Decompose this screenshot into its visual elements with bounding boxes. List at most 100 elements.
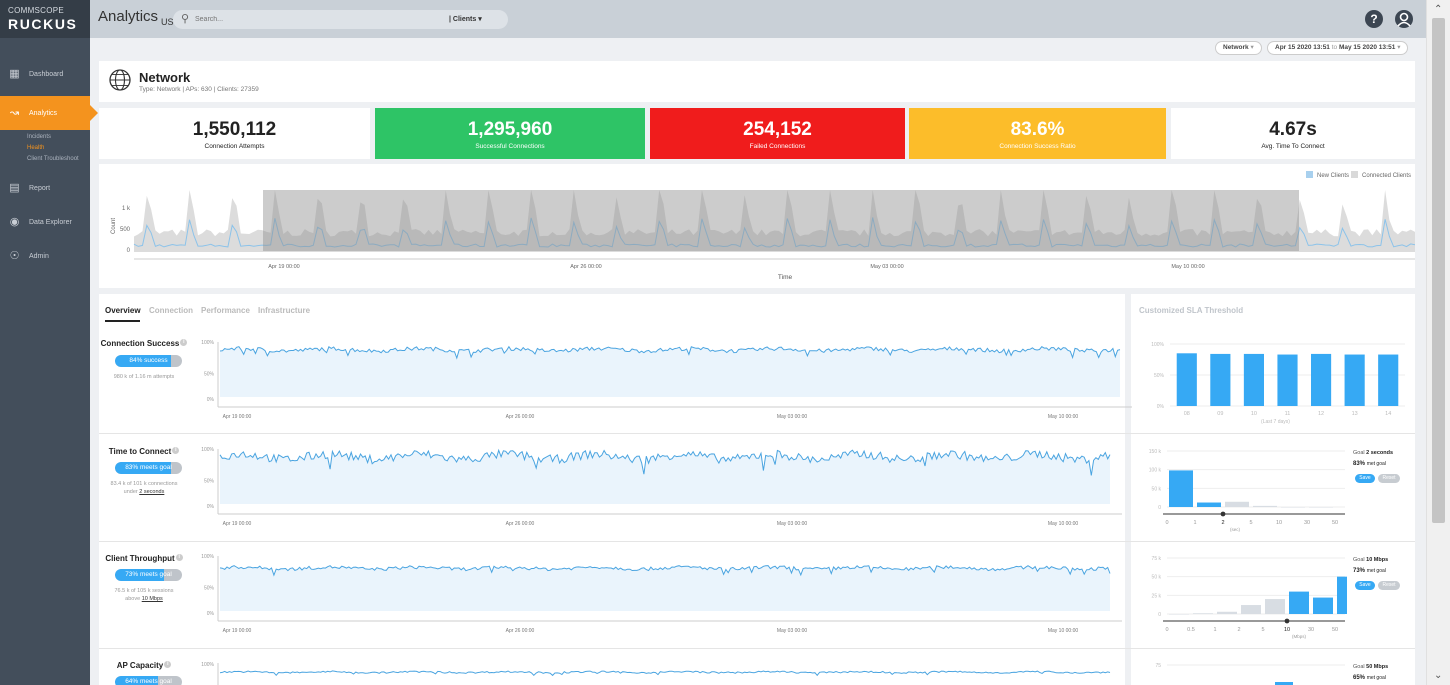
sla-bar xyxy=(1344,354,1365,406)
row-divider xyxy=(99,541,1415,542)
tab-connection[interactable]: Connection xyxy=(149,306,193,315)
search-icon[interactable]: ⚲ xyxy=(181,12,189,25)
timeline-xtick: Apr 19 00:00 xyxy=(268,264,300,270)
search-scope-dropdown[interactable]: | Clients ▾ xyxy=(449,15,482,23)
subnav-item-incidents[interactable]: Incidents xyxy=(27,132,90,143)
metric-sub-client-throughput: 76.5 k of 105 k sessions above 10 Mbps xyxy=(99,587,189,603)
x-tick-label: 2 xyxy=(1221,520,1224,526)
goal-label: Goal xyxy=(1353,557,1365,563)
sidebar-item-analytics[interactable]: ↝ Analytics xyxy=(0,96,98,130)
x-tick-label: May 10 00:00 xyxy=(1048,414,1079,420)
save-button[interactable]: Save xyxy=(1355,474,1375,483)
reset-button[interactable]: Reset xyxy=(1378,474,1400,483)
save-button[interactable]: Save xyxy=(1355,581,1375,590)
y-tick-label: 50 k xyxy=(1152,575,1162,581)
sla-goal-time-to-connect: Goal 2 seconds xyxy=(1353,450,1393,456)
page-scrollbar[interactable]: ⌃ ⌄ xyxy=(1426,0,1450,685)
timeline-xtick: May 10 00:00 xyxy=(1171,264,1204,270)
metric-goal-link[interactable]: 2 seconds xyxy=(139,489,164,495)
x-tick-label: Apr 19 00:00 xyxy=(223,628,252,634)
analytics-subnav: Incidents Health Client Troubleshoot xyxy=(0,130,90,171)
reset-button[interactable]: Reset xyxy=(1378,581,1400,590)
metric-goal-link[interactable]: 10 Mbps xyxy=(142,596,163,602)
scroll-up-icon[interactable]: ⌃ xyxy=(1434,4,1442,15)
sidebar-item-dashboard[interactable]: ▦ Dashboard xyxy=(0,57,90,91)
kpi-value: 1,550,112 xyxy=(192,119,277,140)
sla-goal-ap-capacity: Goal 50 Mbps xyxy=(1353,664,1388,670)
brand-line-2: RUCKUS xyxy=(8,16,78,32)
legend-new-clients[interactable]: New Clients xyxy=(1317,173,1349,179)
sla-bar xyxy=(1176,353,1197,406)
sla-met-time-to-connect: 83% met goal xyxy=(1353,461,1386,467)
met-value: 83% xyxy=(1353,461,1366,467)
timeline-xlabel: Time xyxy=(778,274,793,281)
sla-met-ap-capacity: 65% met goal xyxy=(1353,675,1386,681)
client-throughput-chart: 100% 50% 0% Apr 19 00:00 Apr 26 00:00 May 03 … xyxy=(201,554,1122,634)
x-tick-label: May 03 00:00 xyxy=(777,521,808,527)
sidebar-item-report[interactable]: ▤ Report xyxy=(0,171,90,205)
y-tick-label: 100% xyxy=(1151,342,1164,348)
row-divider xyxy=(99,648,1415,649)
help-icon: ? xyxy=(1370,12,1378,26)
ap-capacity-chart: 100% xyxy=(201,662,1111,685)
brand-logo[interactable]: COMMSCOPE RUCKUS xyxy=(0,0,90,38)
scrollbar-thumb[interactable] xyxy=(1432,18,1445,523)
timeline-brush-selection[interactable] xyxy=(263,190,1299,251)
legend-connected-clients[interactable]: Connected Clients xyxy=(1362,173,1411,179)
time-to-connect-chart: 100% 50% 0% Apr 19 00:00 Apr 26 00:00 May 03 … xyxy=(201,447,1122,527)
sidebar-item-admin[interactable]: ☉ Admin xyxy=(0,239,90,273)
sidebar-item-data-explorer[interactable]: ◉ Data Explorer xyxy=(0,205,90,239)
x-tick-label: 1 xyxy=(1193,520,1196,526)
sla-goal-client-throughput: Goal 10 Mbps xyxy=(1353,557,1388,563)
x-tick-label: 2 xyxy=(1237,627,1240,633)
metric-title-text: AP Capacity xyxy=(116,661,164,670)
histogram-bar xyxy=(1309,507,1333,508)
info-icon[interactable]: i xyxy=(180,339,188,346)
app-title: Analytics US xyxy=(98,8,174,27)
metric-title-time-to-connect: Time to Connect i xyxy=(99,447,189,456)
help-button[interactable]: ? xyxy=(1365,10,1383,28)
info-icon[interactable]: i xyxy=(164,661,172,668)
sidebar-item-label: Report xyxy=(29,184,51,192)
date-to: May 15 2020 13:51 xyxy=(1338,44,1396,51)
analytics-icon: ↝ xyxy=(9,106,20,119)
tab-overview[interactable]: Overview xyxy=(105,306,141,315)
kpi-label: Connection Success Ratio xyxy=(999,143,1076,150)
y-tick-label: 100 k xyxy=(1149,468,1162,474)
sla-bar xyxy=(1243,353,1264,406)
sla-bar xyxy=(1277,354,1298,406)
sla-met-client-throughput: 73% met goal xyxy=(1353,568,1386,574)
info-icon[interactable]: i xyxy=(175,554,183,561)
y-tick-label: 0% xyxy=(1157,404,1165,410)
scope-filter-dropdown[interactable]: Network ▾ xyxy=(1215,41,1262,55)
network-name: Network xyxy=(139,70,191,85)
legend-swatch-connected-clients xyxy=(1351,171,1358,178)
metric-sub-time-to-connect: 83.4 k of 101 k connections under 2 secon… xyxy=(99,480,189,496)
subnav-item-health[interactable]: Health xyxy=(27,143,90,154)
tab-infrastructure[interactable]: Infrastructure xyxy=(258,306,310,315)
info-icon[interactable]: i xyxy=(172,447,180,454)
report-icon: ▤ xyxy=(9,181,20,194)
kpi-connection-success-ratio: 83.6% Connection Success Ratio xyxy=(909,108,1166,159)
sidebar-item-label: Admin xyxy=(29,252,49,260)
sla-bar xyxy=(1378,354,1399,406)
histogram-bar xyxy=(1289,591,1309,614)
goal-label: Goal xyxy=(1353,664,1365,670)
date-range-dropdown[interactable]: Apr 15 2020 13:51 to May 15 2020 13:51 ▾ xyxy=(1267,41,1409,55)
histogram-bar xyxy=(1169,614,1189,615)
user-avatar-button[interactable] xyxy=(1395,10,1413,28)
y-tick-label: 50% xyxy=(204,372,215,378)
scroll-down-icon[interactable]: ⌄ xyxy=(1434,670,1442,681)
x-tick-label: 09 xyxy=(1217,411,1223,417)
x-tick-label: May 10 00:00 xyxy=(1048,628,1079,634)
x-tick-label: May 03 00:00 xyxy=(777,414,808,420)
x-tick-label: May 03 00:00 xyxy=(777,628,808,634)
search-input[interactable] xyxy=(195,13,425,26)
date-from: Apr 15 2020 13:51 xyxy=(1275,44,1330,51)
histogram-bar xyxy=(1193,613,1213,614)
tab-performance[interactable]: Performance xyxy=(201,306,250,315)
subnav-item-client-troubleshoot[interactable]: Client Troubleshoot xyxy=(27,154,90,165)
goal-value: 2 seconds xyxy=(1366,450,1394,456)
scope-filter-label: Network xyxy=(1223,44,1249,51)
x-tick-label: 30 xyxy=(1308,627,1314,633)
